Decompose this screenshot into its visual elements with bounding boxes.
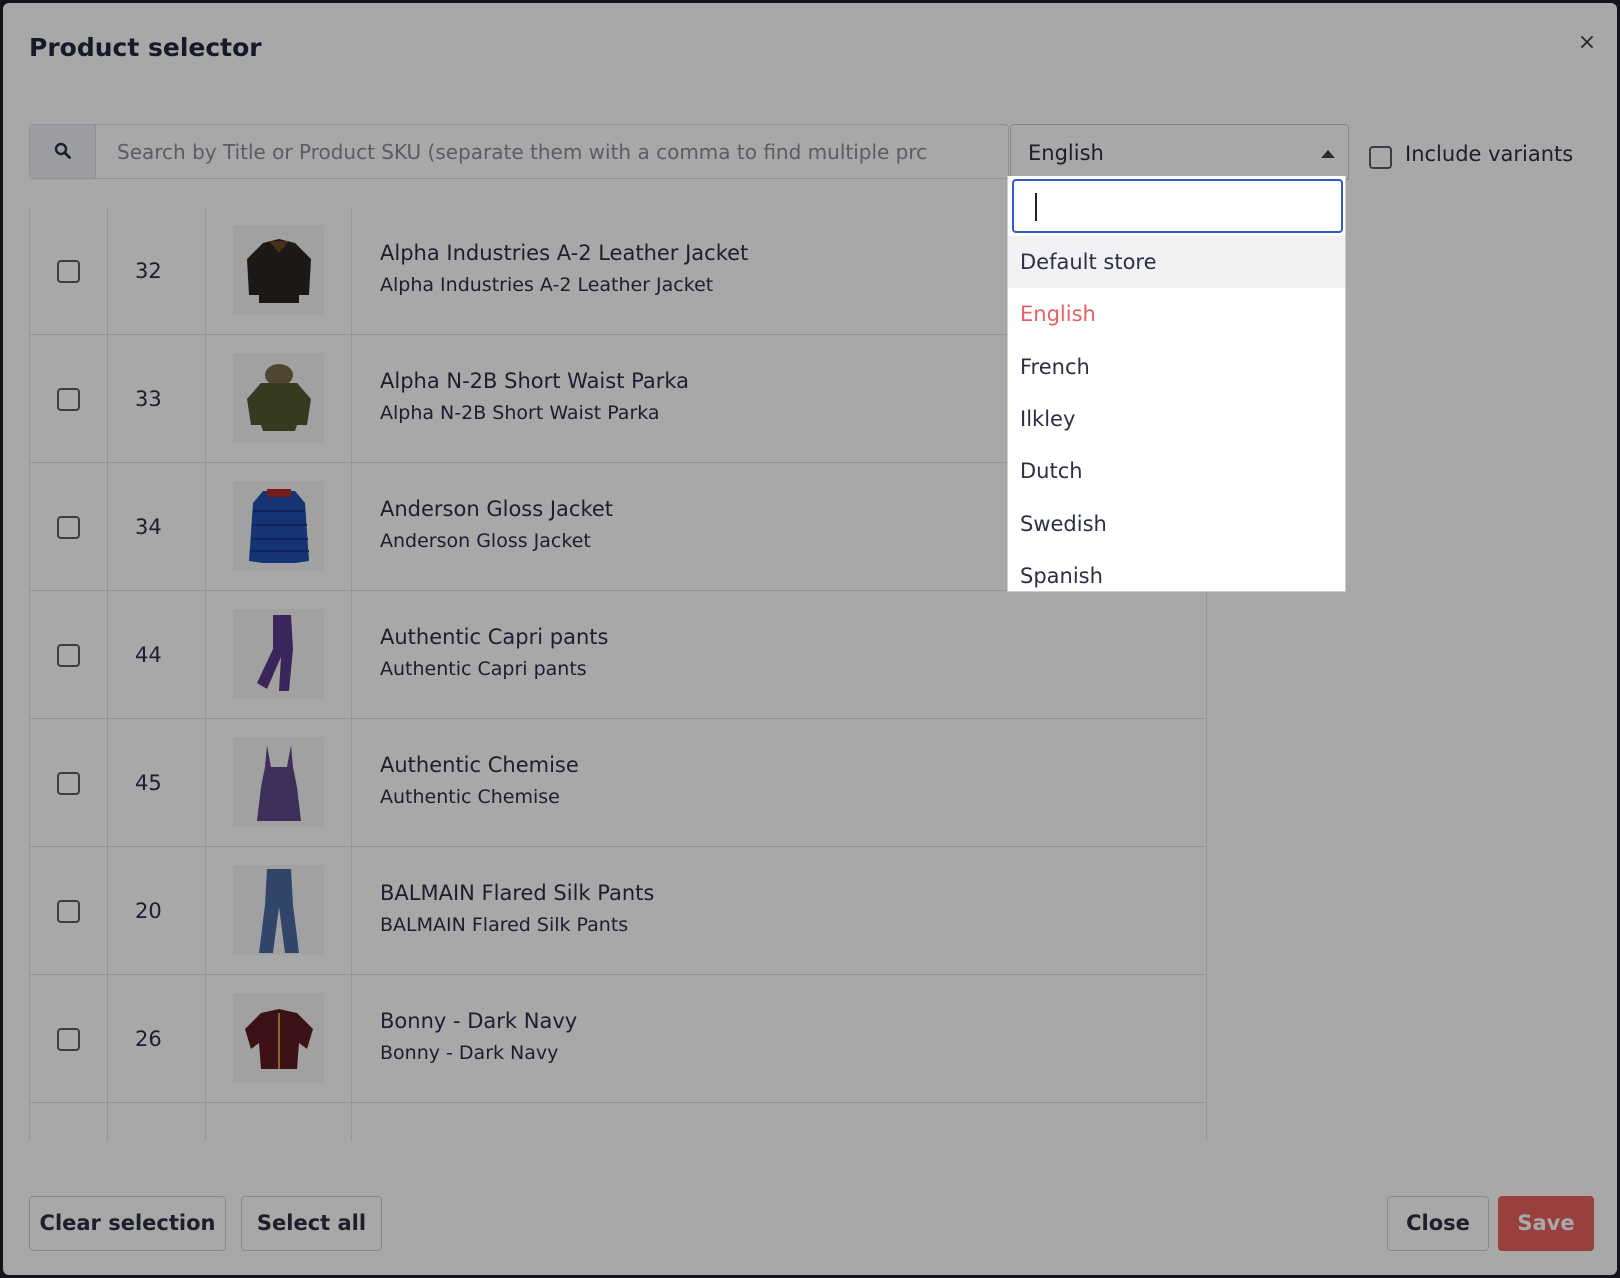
table-row[interactable]: 44 Authentic Capri pants Authentic Capri p… (30, 591, 1206, 719)
product-subtitle: Bonny - Dark Navy (380, 1042, 559, 1064)
row-checkbox[interactable] (57, 644, 80, 667)
product-name-cell: Bonny - Dark Navy Bonny - Dark Navy (352, 975, 1206, 1103)
row-select-cell (30, 335, 108, 463)
language-option[interactable]: French (1008, 341, 1345, 393)
product-image-cell (206, 1103, 352, 1141)
product-image-cell (206, 719, 352, 847)
product-image-cell (206, 335, 352, 463)
product-id: 33 (108, 335, 206, 463)
row-checkbox[interactable] (57, 388, 80, 411)
product-id: 32 (108, 207, 206, 335)
row-checkbox[interactable] (57, 516, 80, 539)
product-id: 44 (108, 591, 206, 719)
include-variants-label: Include variants (1405, 142, 1574, 166)
product-subtitle: Alpha Industries A-2 Leather Jacket (380, 274, 714, 296)
language-option[interactable]: Ilkley (1008, 393, 1345, 445)
product-image-cell (206, 463, 352, 591)
search-icon (30, 125, 96, 178)
language-option[interactable]: Swedish (1008, 498, 1345, 550)
product-subtitle: Authentic Capri pants (380, 658, 587, 680)
row-select-cell (30, 847, 108, 975)
product-name-cell: Authentic Capri pants Authentic Capri pan… (352, 591, 1206, 719)
product-title: BALMAIN Flared Silk Pants (380, 881, 655, 905)
product-id: 26 (108, 975, 206, 1103)
row-select-cell (30, 1103, 108, 1141)
product-title: Authentic Capri pants (380, 625, 609, 649)
select-all-button[interactable]: Select all (241, 1196, 382, 1251)
cardigan-icon (233, 993, 324, 1083)
language-select-value: English (1028, 141, 1104, 165)
product-id: 34 (108, 463, 206, 591)
language-search-input[interactable] (1012, 179, 1343, 233)
row-checkbox[interactable] (57, 1028, 80, 1051)
product-title: Anderson Gloss Jacket (380, 497, 614, 521)
table-row[interactable]: 45 Authentic Chemise Authentic Chemise (30, 719, 1206, 847)
row-select-cell (30, 719, 108, 847)
search-bar (29, 124, 1009, 179)
parka-icon (233, 353, 324, 443)
close-button[interactable]: Close (1387, 1196, 1489, 1251)
product-selector-modal: Product selector × English Include varia… (3, 3, 1617, 1275)
save-button[interactable]: Save (1498, 1196, 1594, 1251)
capri-pants-icon (233, 609, 324, 699)
product-title: Alpha Industries A-2 Leather Jacket (380, 241, 749, 265)
row-checkbox[interactable] (57, 260, 80, 283)
product-image-cell (206, 591, 352, 719)
row-select-cell (30, 207, 108, 335)
language-dropdown: Default store English French Ilkley Dutch Swe… (1007, 176, 1346, 592)
table-row[interactable]: 26 Bonny - Dark Navy Bonny - Dark Navy (30, 975, 1206, 1103)
row-select-cell (30, 463, 108, 591)
language-option[interactable]: Spanish (1008, 550, 1345, 591)
product-name-cell: Authentic Chemise Authentic Chemise (352, 719, 1206, 847)
product-subtitle: Authentic Chemise (380, 786, 560, 808)
page-backdrop: Product selector × English Include varia… (0, 0, 1620, 1278)
search-input[interactable] (97, 125, 1009, 178)
product-image-cell (206, 847, 352, 975)
flared-pants-icon (233, 865, 324, 955)
chevron-up-icon (1321, 150, 1335, 158)
product-subtitle: Alpha N-2B Short Waist Parka (380, 402, 660, 424)
product-subtitle: Anderson Gloss Jacket (380, 530, 591, 552)
product-title: Alpha N-2B Short Waist Parka (380, 369, 690, 393)
product-image-cell (206, 975, 352, 1103)
include-variants-checkbox[interactable] (1369, 146, 1392, 169)
product-title: Bonny - Dark Navy (380, 1009, 578, 1033)
row-select-cell (30, 591, 108, 719)
chemise-icon (233, 737, 324, 827)
table-row[interactable]: 20 BALMAIN Flared Silk Pants BALMAIN Flare… (30, 847, 1206, 975)
product-image-cell (206, 207, 352, 335)
puffer-jacket-icon (233, 481, 324, 571)
row-checkbox[interactable] (57, 772, 80, 795)
product-subtitle: BALMAIN Flared Silk Pants (380, 914, 629, 936)
product-name-cell: BALMAIN Flared Silk Pants BALMAIN Flared … (352, 847, 1206, 975)
leather-jacket-icon (233, 225, 324, 315)
product-id (108, 1103, 206, 1141)
clear-selection-button[interactable]: Clear selection (29, 1196, 226, 1251)
row-checkbox[interactable] (57, 900, 80, 923)
product-id: 20 (108, 847, 206, 975)
language-option[interactable]: Default store (1008, 236, 1345, 288)
language-option[interactable]: Dutch (1008, 445, 1345, 497)
close-icon[interactable]: × (1575, 31, 1599, 55)
language-select[interactable]: English (1010, 124, 1349, 180)
row-select-cell (30, 975, 108, 1103)
modal-title: Product selector (29, 33, 262, 62)
language-option[interactable]: English (1008, 288, 1345, 340)
product-title: Authentic Chemise (380, 753, 579, 777)
table-row (30, 1103, 1206, 1141)
text-caret (1035, 193, 1037, 221)
product-id: 45 (108, 719, 206, 847)
